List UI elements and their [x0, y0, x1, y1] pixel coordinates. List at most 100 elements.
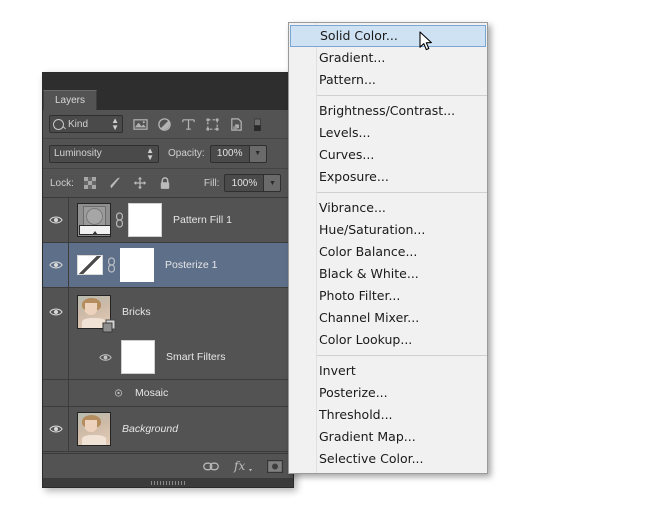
- opacity-dropdown-arrow[interactable]: ▼: [250, 145, 267, 163]
- menu-item-curves[interactable]: Curves...: [289, 144, 487, 166]
- menu-item-black-and-white[interactable]: Black & White...: [289, 263, 487, 285]
- chevron-updown-icon: ▲▼: [111, 117, 119, 131]
- layer-list: Pattern Fill 1 Posterize 1: [43, 198, 293, 453]
- filter-kind-select[interactable]: Kind ▲▼: [49, 115, 123, 133]
- menu-item-photo-filter[interactable]: Photo Filter...: [289, 285, 487, 307]
- layer-visibility-toggle[interactable]: [43, 288, 69, 335]
- table-row[interactable]: Background: [43, 407, 293, 452]
- link-layers-icon[interactable]: [203, 461, 219, 472]
- opacity-input[interactable]: 100%: [210, 145, 250, 163]
- menu-separator: [317, 192, 487, 193]
- smart-filters-group: Smart Filters: [69, 340, 226, 374]
- smart-object-thumbnail[interactable]: [77, 295, 111, 329]
- svg-text:fx: fx: [233, 459, 245, 473]
- blend-mode-value: Luminosity: [54, 148, 102, 159]
- type-layers-filter-icon[interactable]: [181, 117, 196, 132]
- menu-item-threshold[interactable]: Threshold...: [289, 404, 487, 426]
- layer-filter-row: Kind ▲▼: [43, 110, 293, 139]
- menu-item-levels[interactable]: Levels...: [289, 122, 487, 144]
- opacity-label: Opacity:: [168, 148, 205, 159]
- table-row[interactable]: Bricks: [43, 288, 293, 335]
- smart-filter-name[interactable]: Mosaic: [135, 387, 168, 399]
- smart-filters-label: Smart Filters: [166, 351, 226, 363]
- eye-icon: [49, 424, 63, 434]
- list-item[interactable]: Mosaic: [43, 380, 293, 407]
- blend-opacity-row: Luminosity ▲▼ Opacity: 100% ▼: [43, 139, 293, 169]
- link-mask-icon[interactable]: [115, 212, 124, 228]
- menu-item-brightness-contrast[interactable]: Brightness/Contrast...: [289, 100, 487, 122]
- eye-icon[interactable]: [99, 353, 112, 362]
- layer-name[interactable]: Bricks: [122, 306, 151, 318]
- fill-input[interactable]: 100%: [224, 174, 264, 192]
- layer-name[interactable]: Pattern Fill 1: [173, 214, 232, 226]
- tab-layers[interactable]: Layers: [43, 90, 97, 110]
- filter-toggle-switch[interactable]: [253, 116, 264, 133]
- menu-item-gradient[interactable]: Gradient...: [289, 47, 487, 69]
- table-row[interactable]: Pattern Fill 1: [43, 198, 293, 243]
- smart-filter-entry: Mosaic: [69, 387, 168, 399]
- layer-visibility-toggle[interactable]: [43, 243, 69, 287]
- menu-item-hue-saturation[interactable]: Hue/Saturation...: [289, 219, 487, 241]
- layer-thumbnails: [69, 295, 111, 329]
- layer-mask-thumbnail[interactable]: [128, 203, 162, 237]
- shape-layers-filter-icon[interactable]: [205, 117, 220, 132]
- layer-mask-thumbnail[interactable]: [120, 248, 154, 282]
- fill-label: Fill:: [204, 178, 220, 189]
- layers-panel-toolbar: fx: [43, 453, 293, 478]
- layer-name[interactable]: Posterize 1: [165, 259, 218, 271]
- menu-item-color-lookup[interactable]: Color Lookup...: [289, 329, 487, 351]
- lock-icons: [83, 176, 172, 190]
- eye-icon: [49, 260, 63, 270]
- lock-label: Lock:: [50, 178, 74, 189]
- link-mask-icon[interactable]: [107, 257, 116, 273]
- menu-item-gradient-map[interactable]: Gradient Map...: [289, 426, 487, 448]
- menu-item-channel-mixer[interactable]: Channel Mixer...: [289, 307, 487, 329]
- layer-visibility-toggle[interactable]: [43, 198, 69, 242]
- panel-title-bar[interactable]: [43, 73, 293, 89]
- smart-filter-mask-thumbnail[interactable]: [121, 340, 155, 374]
- adjustment-layers-filter-icon[interactable]: [157, 117, 172, 132]
- layer-list-empty-area: [43, 452, 293, 453]
- menu-item-color-balance[interactable]: Color Balance...: [289, 241, 487, 263]
- lock-all-icon[interactable]: [158, 176, 172, 190]
- layer-visibility-toggle[interactable]: [43, 407, 69, 451]
- lock-fill-row: Lock: Fill: 100% ▼: [43, 169, 293, 198]
- smart-object-filter-icon[interactable]: [229, 117, 244, 132]
- layer-thumbnails: [69, 412, 111, 446]
- menu-item-pattern[interactable]: Pattern...: [289, 69, 487, 91]
- magnifier-icon: [53, 119, 64, 130]
- eye-icon: [49, 215, 63, 225]
- menu-item-invert[interactable]: Invert: [289, 360, 487, 382]
- layer-style-fx-icon[interactable]: fx: [233, 459, 253, 473]
- pixel-layers-filter-icon[interactable]: [133, 117, 148, 132]
- arrow-pointer-cursor: [419, 31, 435, 53]
- filter-type-icons: [133, 116, 264, 133]
- table-row[interactable]: Posterize 1: [43, 243, 293, 288]
- menu-item-exposure[interactable]: Exposure...: [289, 166, 487, 188]
- pattern-fill-thumbnail[interactable]: [77, 203, 111, 237]
- panel-resize-grip[interactable]: [43, 478, 293, 487]
- background-layer-thumbnail[interactable]: [77, 412, 111, 446]
- layers-panel: Layers Kind ▲▼: [42, 72, 294, 488]
- lock-image-pixels-icon[interactable]: [108, 176, 122, 190]
- menu-separator: [317, 355, 487, 356]
- menu-item-solid-color[interactable]: Solid Color...: [290, 25, 486, 47]
- layer-name[interactable]: Background: [122, 423, 178, 435]
- layer-thumbnails: [69, 203, 162, 237]
- menu-separator: [317, 95, 487, 96]
- add-layer-mask-icon[interactable]: [267, 460, 283, 473]
- eye-icon[interactable]: [113, 389, 124, 397]
- list-item[interactable]: Smart Filters: [43, 335, 293, 380]
- new-adjustment-layer-menu: Solid Color... Gradient... Pattern... Br…: [288, 22, 488, 474]
- grip-dots: [151, 481, 185, 485]
- chevron-updown-icon: ▲▼: [146, 147, 154, 161]
- posterize-adjustment-thumbnail[interactable]: [77, 255, 103, 275]
- lock-transparent-pixels-icon[interactable]: [83, 176, 97, 190]
- eye-icon: [49, 307, 63, 317]
- menu-item-vibrance[interactable]: Vibrance...: [289, 197, 487, 219]
- blend-mode-select[interactable]: Luminosity ▲▼: [49, 145, 159, 163]
- menu-item-selective-color[interactable]: Selective Color...: [289, 448, 487, 470]
- fill-dropdown-arrow[interactable]: ▼: [264, 174, 281, 192]
- lock-position-icon[interactable]: [133, 176, 147, 190]
- menu-item-posterize[interactable]: Posterize...: [289, 382, 487, 404]
